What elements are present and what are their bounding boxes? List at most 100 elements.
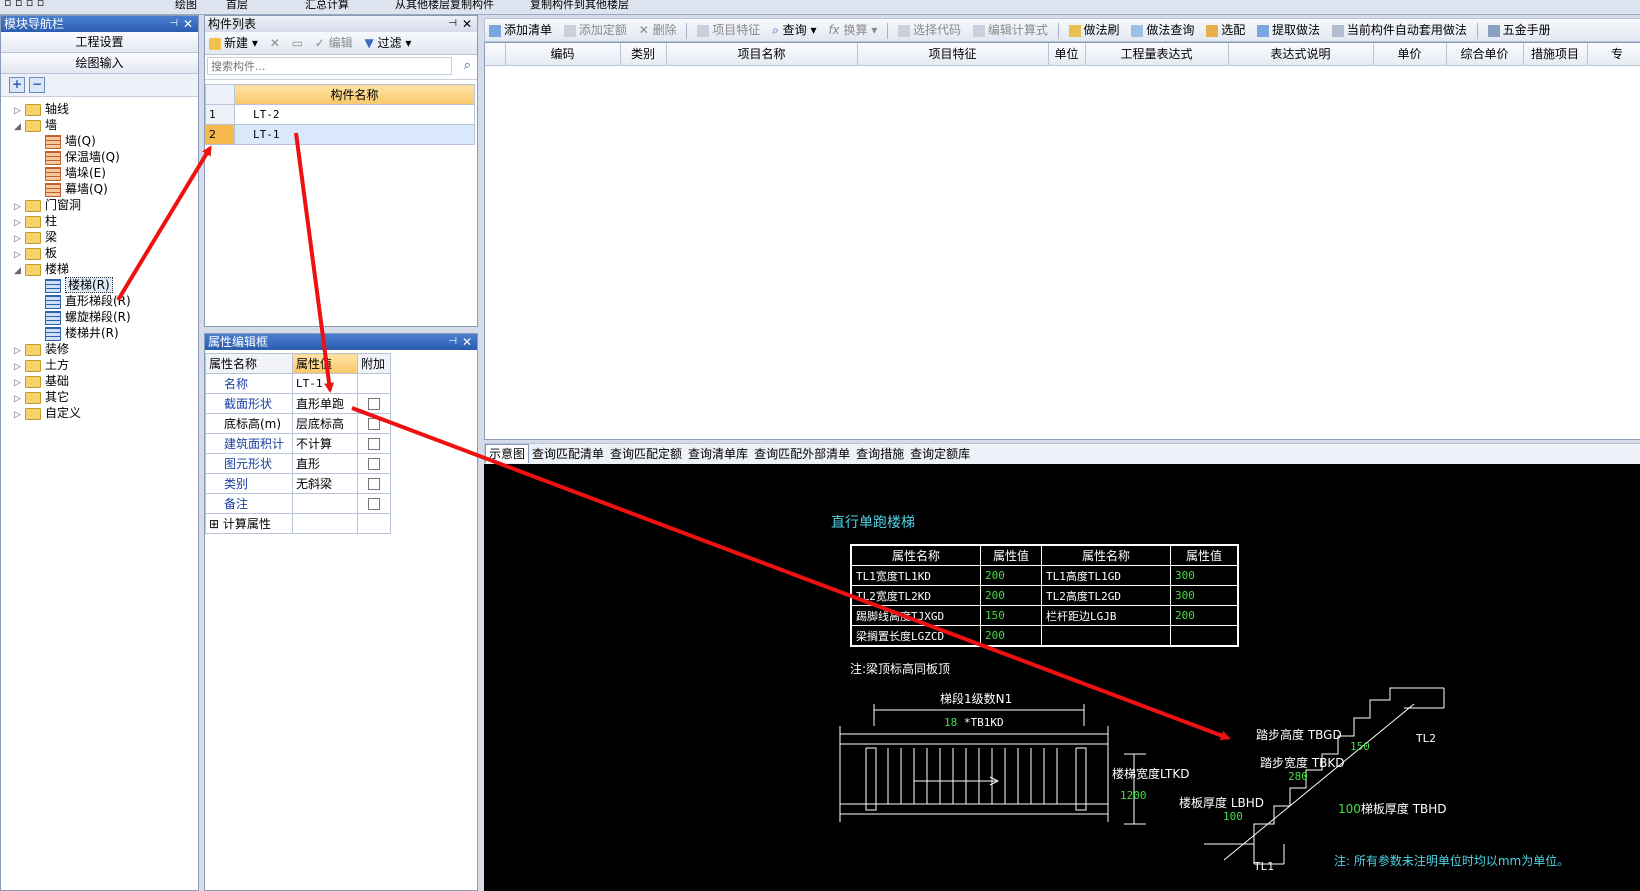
tree-leaf[interactable]: 墙(Q) (45, 133, 96, 149)
tree-folder[interactable]: ▷ 自定义 (13, 405, 81, 421)
tree-folder[interactable]: ▷ 基础 (13, 373, 69, 389)
column-header[interactable]: 专 (1587, 43, 1640, 65)
extract-method-button[interactable]: 提取做法 (1253, 19, 1324, 41)
column-header[interactable]: 类别 (620, 43, 667, 65)
property-row[interactable]: ⊞ 计算属性 (205, 513, 391, 534)
filter-button[interactable]: ▼ 过滤 ▾ (360, 32, 415, 54)
expand-arrow-icon[interactable]: ▷ (13, 407, 22, 423)
property-row[interactable]: 底标高(m) 层底标高 (205, 413, 391, 434)
extra-checkbox[interactable] (368, 418, 380, 430)
tree-folder[interactable]: ▷ 柱 (13, 213, 57, 229)
tree-folder[interactable]: ▷ 梁 (13, 229, 57, 245)
column-header[interactable]: 项目特征 (857, 43, 1049, 65)
tree-folder[interactable]: ▷ 门窗洞 (13, 197, 81, 213)
tree-folder[interactable]: ▷ 轴线 (13, 101, 69, 117)
tree-folder[interactable]: ▷ 板 (13, 245, 57, 261)
close-icon[interactable]: ✕ (462, 334, 472, 350)
collapse-arrow-icon[interactable]: ◢ (13, 119, 22, 135)
pin-icon[interactable]: ⊣ (169, 16, 178, 32)
property-value[interactable]: LT-1 (292, 373, 358, 394)
search-icon[interactable]: ⌕ (464, 58, 471, 73)
component-name-cell[interactable]: LT-2 (234, 104, 475, 125)
tree-folder[interactable]: ▷ 土方 (13, 357, 69, 373)
add-quota-button[interactable]: 添加定额 (560, 19, 631, 41)
tree-leaf[interactable]: 楼梯(R) (45, 277, 113, 293)
bottom-tab[interactable]: 示意图 (485, 444, 530, 463)
select-code-button[interactable]: 选择代码 (894, 19, 965, 41)
drawing-input-button[interactable]: 绘图输入 (1, 53, 198, 74)
bottom-tab[interactable]: 查询匹配清单 (529, 445, 607, 463)
column-header[interactable]: 综合单价 (1446, 43, 1524, 65)
extra-checkbox[interactable] (368, 478, 380, 490)
property-row[interactable]: 截面形状 直形单跑 (205, 393, 391, 414)
property-value[interactable] (292, 513, 358, 534)
match-button[interactable]: 选配 (1202, 19, 1249, 41)
property-row[interactable]: 备注 (205, 493, 391, 514)
bottom-tab[interactable]: 查询清单库 (685, 445, 751, 463)
project-settings-button[interactable]: 工程设置 (1, 32, 198, 53)
copy-to-floor-button[interactable]: 复制构件到其他楼层 (530, 0, 629, 12)
table-row[interactable]: 1 LT-2 (205, 104, 475, 125)
column-header[interactable]: 工程量表达式 (1085, 43, 1229, 65)
tree-leaf[interactable]: 直形梯段(R) (45, 293, 131, 309)
column-header[interactable]: 措施项目 (1523, 43, 1588, 65)
close-icon[interactable]: ✕ (462, 16, 472, 32)
tree-leaf[interactable]: 保温墙(Q) (45, 149, 120, 165)
new-button[interactable]: 新建 ▾ (205, 32, 262, 54)
method-brush-button[interactable]: 做法刷 (1065, 19, 1124, 41)
property-value[interactable]: 无斜梁 (292, 473, 358, 494)
column-header[interactable]: 表达式说明 (1228, 43, 1374, 65)
floor-select[interactable]: 首层 (226, 0, 248, 12)
add-bill-button[interactable]: 添加清单 (485, 19, 556, 41)
convert-button[interactable]: fx 换算 ▾ (824, 19, 881, 41)
property-value[interactable]: 直形 (292, 453, 358, 474)
edit-button[interactable]: ✓ 编辑 (311, 32, 357, 54)
quick-access-icons[interactable]: ▫ ▫ ▫ ▫ (4, 0, 44, 9)
bottom-tab[interactable]: 查询匹配定额 (607, 445, 685, 463)
property-value[interactable] (292, 493, 358, 514)
column-header[interactable]: 单价 (1373, 43, 1447, 65)
tree-folder[interactable]: ◢ 楼梯 (13, 261, 69, 277)
property-row[interactable]: 建筑面积计 不计算 (205, 433, 391, 454)
bottom-tab[interactable]: 查询匹配外部清单 (751, 445, 853, 463)
search-input[interactable] (207, 57, 452, 75)
tree-folder[interactable]: ▷ 其它 (13, 389, 69, 405)
query-button[interactable]: ⌕ 查询 ▾ (768, 19, 820, 41)
tree-leaf[interactable]: 螺旋梯段(R) (45, 309, 131, 325)
property-value[interactable]: 层底标高 (292, 413, 358, 434)
edit-formula-button[interactable]: 编辑计算式 (969, 19, 1052, 41)
delete-button[interactable]: ✕ 删除 (635, 19, 681, 41)
column-header[interactable]: 编码 (505, 43, 621, 65)
draw-button[interactable]: 绘图 (175, 0, 197, 12)
copy-icon[interactable]: ▭ (288, 32, 307, 54)
table-row[interactable]: 2 LT-1 (205, 124, 475, 145)
property-value[interactable]: 直形单跑 (292, 393, 358, 414)
component-name-header[interactable]: 构件名称 (234, 84, 475, 105)
method-query-button[interactable]: 做法查询 (1127, 19, 1198, 41)
extra-checkbox[interactable] (368, 398, 380, 410)
hardware-manual-button[interactable]: 五金手册 (1484, 19, 1555, 41)
property-row[interactable]: 图元形状 直形 (205, 453, 391, 474)
auto-apply-method-button[interactable]: 当前构件自动套用做法 (1328, 19, 1471, 41)
expand-all-icon[interactable]: + (9, 77, 25, 93)
project-feature-button[interactable]: 项目特征 (693, 19, 764, 41)
expand-icon[interactable]: ⊞ (209, 517, 223, 531)
pin-icon[interactable]: ⊣ (448, 334, 457, 350)
tree-folder[interactable]: ▷ 装修 (13, 341, 69, 357)
delete-icon[interactable]: ✕ (266, 32, 284, 54)
component-name-cell-selected[interactable]: LT-1 (234, 124, 475, 145)
tree-leaf[interactable]: 墙垛(E) (45, 165, 106, 181)
collapse-arrow-icon[interactable]: ◢ (13, 263, 22, 279)
tree-leaf[interactable]: 幕墙(Q) (45, 181, 108, 197)
bottom-tab[interactable]: 查询定额库 (907, 445, 973, 463)
column-header[interactable]: 单位 (1048, 43, 1086, 65)
tree-leaf[interactable]: 楼梯井(R) (45, 325, 119, 341)
pin-icon[interactable]: ⊣ (448, 16, 457, 32)
close-icon[interactable]: ✕ (183, 16, 193, 32)
column-header[interactable]: 项目名称 (666, 43, 858, 65)
property-row[interactable]: 名称 LT-1 (205, 373, 391, 394)
bottom-tab[interactable]: 查询措施 (853, 445, 907, 463)
property-row[interactable]: 类别 无斜梁 (205, 473, 391, 494)
copy-from-floor-button[interactable]: 从其他楼层复制构件 (395, 0, 494, 12)
property-value[interactable]: 不计算 (292, 433, 358, 454)
